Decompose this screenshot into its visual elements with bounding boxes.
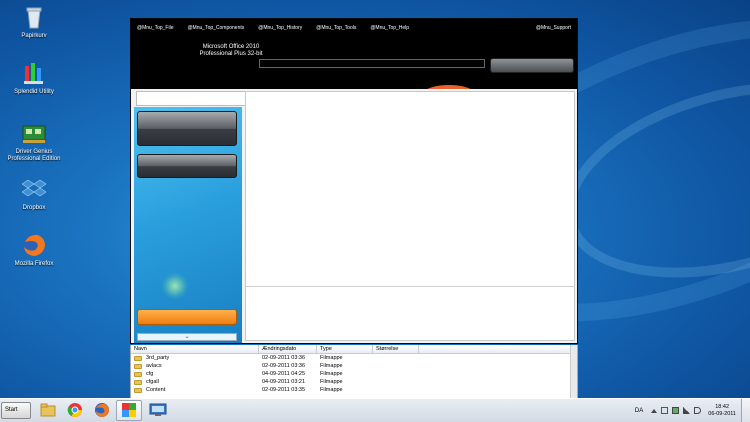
file-date: 04-09-2011 04:25 bbox=[262, 371, 306, 377]
file-date: 02-09-2011 03:35 bbox=[262, 387, 306, 393]
menu-history[interactable]: @Mnu_Top_History bbox=[258, 25, 302, 31]
network-icon[interactable] bbox=[683, 407, 691, 414]
file-row[interactable]: cfgall 04-09-2011 03:21 Filmappe bbox=[131, 378, 577, 386]
file-type: Filmappe bbox=[320, 379, 343, 385]
column-header-date[interactable]: Ændringsdato bbox=[259, 345, 317, 353]
start-label: Start bbox=[5, 407, 18, 413]
file-row[interactable]: cfg 04-09-2011 04:25 Filmappe bbox=[131, 370, 577, 378]
column-header-type[interactable]: Type bbox=[317, 345, 373, 353]
desktop-icon-driver-genius[interactable]: Driver Genius Professional Edition bbox=[4, 120, 64, 163]
app-header: @Mnu_Top_File @Mnu_Top_Components @Mnu_T… bbox=[131, 19, 577, 103]
volume-icon[interactable] bbox=[694, 407, 702, 414]
firefox-icon bbox=[21, 232, 47, 258]
system-tray: DA 18:42 06-09-2011 bbox=[635, 399, 750, 422]
explorer-icon bbox=[40, 403, 56, 419]
header-action-button[interactable] bbox=[490, 58, 574, 73]
clock-time: 18:42 bbox=[715, 403, 730, 410]
app-body: ⌄ bbox=[131, 89, 577, 343]
app-icon bbox=[121, 402, 137, 420]
folder-icon bbox=[134, 379, 142, 385]
chevron-up-icon[interactable] bbox=[651, 408, 658, 413]
menu-file[interactable]: @Mnu_Top_File bbox=[137, 25, 173, 31]
menu-support[interactable]: @Mnu_Support bbox=[536, 25, 571, 31]
office-installer-window: @Mnu_Top_File @Mnu_Top_Components @Mnu_T… bbox=[130, 18, 578, 344]
start-button[interactable]: Start bbox=[1, 402, 31, 419]
language-indicator[interactable]: DA bbox=[635, 408, 643, 414]
vertical-scrollbar[interactable] bbox=[570, 345, 577, 398]
folder-icon bbox=[134, 363, 142, 369]
desktop-icon-label: Papirkurv bbox=[21, 33, 47, 39]
file-list: Navn Ændringsdato Type Størrelse 3rd_par… bbox=[130, 345, 578, 398]
content-divider bbox=[246, 286, 574, 287]
splendid-utility-icon bbox=[21, 60, 47, 86]
driver-genius-icon bbox=[21, 120, 47, 146]
menu-help[interactable]: @Mnu_Top_Help bbox=[370, 25, 409, 31]
desktop-icon-firefox[interactable]: Mozilla Firefox bbox=[4, 232, 64, 268]
desktop-icon-dropbox[interactable]: Dropbox bbox=[4, 176, 64, 212]
file-type: Filmappe bbox=[320, 355, 343, 361]
desktop-icon-splendid-utility[interactable]: Splendid Utility bbox=[4, 60, 64, 96]
product-title-line2: Professional Plus 32-bit bbox=[199, 51, 263, 57]
folder-icon bbox=[134, 371, 142, 377]
left-pane: ⌄ bbox=[134, 107, 242, 343]
pane-button-secondary[interactable] bbox=[137, 154, 237, 178]
folder-icon bbox=[134, 387, 142, 393]
taskbar-remote-desktop[interactable] bbox=[145, 400, 171, 421]
desktop-icon-label: Splendid Utility bbox=[14, 89, 54, 95]
folder-icon bbox=[134, 355, 142, 361]
file-row[interactable]: avlacs 02-09-2011 03:36 Filmappe bbox=[131, 362, 577, 370]
taskbar: Start DA 18:42 06-09-2011 bbox=[0, 398, 750, 422]
column-header-name[interactable]: Navn bbox=[131, 345, 259, 353]
menu-tools[interactable]: @Mnu_Top_Tools bbox=[316, 25, 356, 31]
file-name: cfg bbox=[146, 371, 154, 377]
content-panel bbox=[245, 91, 575, 341]
file-row[interactable]: 3rd_party 02-09-2011 03:36 Filmappe bbox=[131, 354, 577, 362]
remote-desktop-icon bbox=[149, 402, 167, 420]
pane-orange-button[interactable] bbox=[137, 309, 237, 325]
file-name: cfgall bbox=[146, 379, 159, 385]
clock[interactable]: 18:42 06-09-2011 bbox=[703, 404, 741, 418]
file-name: Content bbox=[146, 387, 166, 393]
file-name: 3rd_party bbox=[146, 355, 170, 361]
menu-components[interactable]: @Mnu_Top_Components bbox=[187, 25, 244, 31]
clock-date: 06-09-2011 bbox=[708, 410, 736, 417]
file-type: Filmappe bbox=[320, 371, 343, 377]
dropbox-icon bbox=[21, 176, 47, 202]
power-icon[interactable] bbox=[672, 407, 680, 414]
recycle-bin-icon bbox=[21, 4, 47, 30]
file-row[interactable]: Content 02-09-2011 03:35 Filmappe bbox=[131, 386, 577, 394]
file-name: avlacs bbox=[146, 363, 162, 369]
progress-bar bbox=[259, 59, 485, 68]
flag-icon[interactable] bbox=[661, 407, 669, 414]
file-type: Filmappe bbox=[320, 363, 343, 369]
desktop-icon-recycle-bin[interactable]: Papirkurv bbox=[4, 4, 64, 40]
file-date: 02-09-2011 03:36 bbox=[262, 363, 306, 369]
taskbar-firefox[interactable] bbox=[89, 400, 115, 421]
file-date: 02-09-2011 03:36 bbox=[262, 355, 306, 361]
taskbar-explorer[interactable] bbox=[35, 400, 61, 421]
file-type: Filmappe bbox=[320, 387, 343, 393]
taskbar-chrome[interactable] bbox=[62, 400, 88, 421]
pane-expand-toggle[interactable]: ⌄ bbox=[137, 333, 237, 341]
desktop-icon-label: Driver Genius Professional Edition bbox=[7, 149, 61, 162]
desktop-icon-label: Mozilla Firefox bbox=[14, 261, 54, 267]
chrome-icon bbox=[67, 402, 83, 420]
firefox-icon bbox=[94, 402, 110, 420]
pane-button-primary[interactable] bbox=[137, 111, 237, 146]
menu-bar: @Mnu_Top_File @Mnu_Top_Components @Mnu_T… bbox=[131, 19, 577, 37]
show-desktop-button[interactable] bbox=[741, 399, 750, 422]
windows-logo-glow bbox=[162, 273, 188, 299]
product-title-line1: Microsoft Office 2010 bbox=[202, 44, 260, 50]
product-title: Microsoft Office 2010 Professional Plus … bbox=[131, 44, 331, 58]
chevron-down-icon: ⌄ bbox=[184, 334, 190, 340]
file-list-header: Navn Ændringsdato Type Størrelse bbox=[131, 345, 577, 354]
file-date: 04-09-2011 03:21 bbox=[262, 379, 306, 385]
column-header-size[interactable]: Størrelse bbox=[373, 345, 419, 353]
desktop-icon-label: Dropbox bbox=[22, 205, 46, 211]
taskbar-installer[interactable] bbox=[116, 400, 142, 421]
